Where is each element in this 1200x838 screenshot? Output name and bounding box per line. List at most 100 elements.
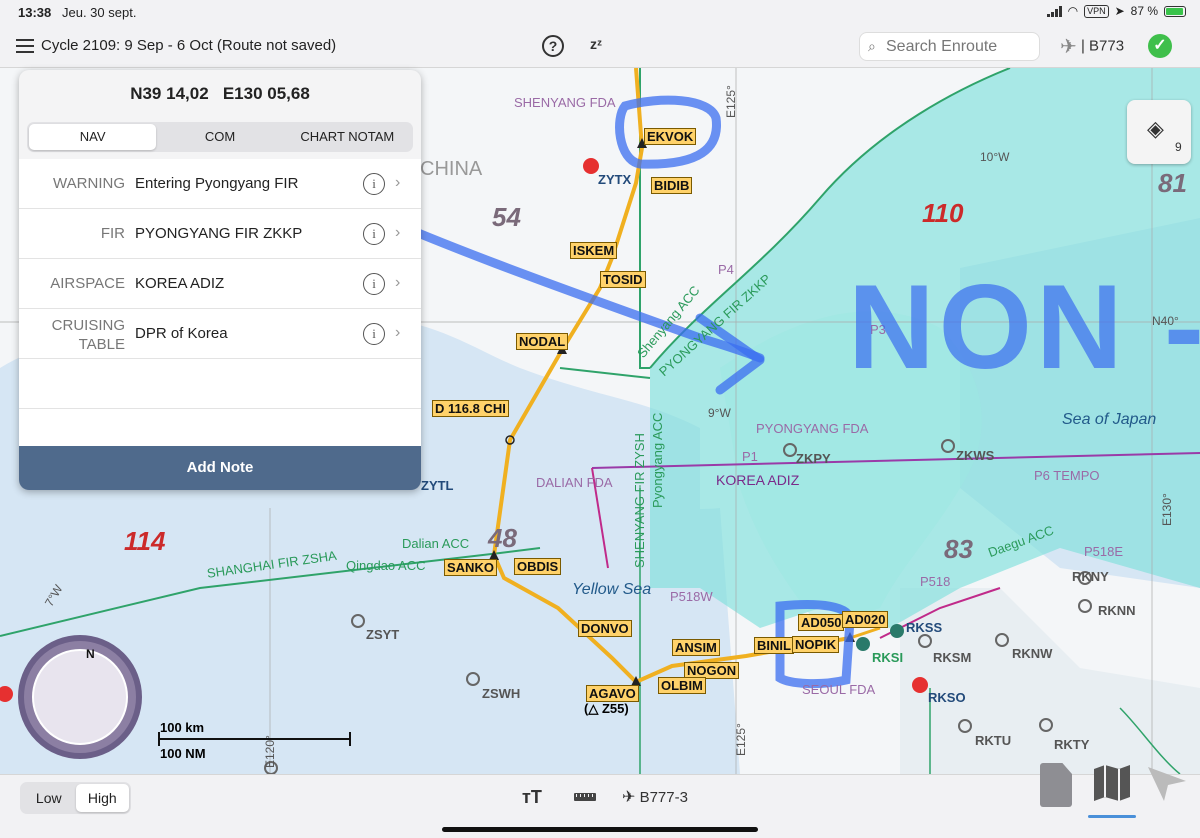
panel-coordinates: N39 14,02 E130 05,68 bbox=[130, 84, 310, 103]
panel-list: WARNING Entering Pyongyang FIR i › FIR P… bbox=[19, 159, 421, 452]
add-note-button[interactable]: Add Note bbox=[19, 446, 421, 490]
chevron-right-icon: › bbox=[395, 324, 401, 341]
altitude-110: 110 bbox=[922, 198, 964, 228]
altitude-z55: Z55 bbox=[601, 701, 625, 716]
airport-rkny[interactable]: RKNY bbox=[1072, 569, 1109, 584]
route-p518: P518 bbox=[920, 574, 951, 589]
battery-icon bbox=[1164, 5, 1186, 17]
airport-zytx[interactable]: ZYTX bbox=[598, 172, 631, 187]
row-warning[interactable]: WARNING Entering Pyongyang FIR i › bbox=[19, 159, 421, 209]
fda-dalian: DALIAN FDA bbox=[536, 475, 613, 490]
tab-chart-notam[interactable]: CHART NOTAM bbox=[284, 124, 411, 150]
waypoint-sanko[interactable]: SANKO bbox=[444, 559, 497, 576]
waypoint-binil[interactable]: BINIL bbox=[754, 637, 794, 654]
route-p1: P1 bbox=[742, 449, 758, 464]
waypoint-tosid[interactable]: TOSID bbox=[600, 271, 646, 288]
waypoint-ad050[interactable]: AD050 bbox=[798, 614, 845, 631]
waypoint-obdis[interactable]: OBDIS bbox=[514, 558, 562, 575]
info-icon[interactable]: i bbox=[363, 173, 385, 195]
country-china: CHINA bbox=[420, 158, 483, 180]
altitude-48: 48 bbox=[488, 523, 517, 553]
airplane-icon: ✈ bbox=[1060, 36, 1077, 58]
route-p6-tempo: P6 TEMPO bbox=[1034, 468, 1100, 483]
waypoint-iskem[interactable]: ISKEM bbox=[570, 242, 618, 259]
cycle-title[interactable]: Cycle 2109: 9 Sep - 6 Oct (Route not sav… bbox=[41, 37, 336, 54]
variation-10w: 10°W bbox=[980, 150, 1010, 164]
detail-low[interactable]: Low bbox=[22, 784, 76, 812]
search-box[interactable]: ⌕ bbox=[859, 32, 1040, 61]
row-cruising-table[interactable]: CRUISING TABLE DPR of Korea i › bbox=[19, 309, 421, 359]
altitude-114: 114 bbox=[124, 526, 166, 556]
airport-rksi[interactable]: RKSI bbox=[872, 650, 903, 665]
detail-high[interactable]: High bbox=[75, 784, 129, 812]
adiz-korea: KOREA ADIZ bbox=[716, 472, 800, 488]
text-size-icon[interactable]: тT bbox=[522, 787, 542, 808]
aircraft-bottom[interactable]: ✈ B777-3 bbox=[622, 787, 688, 807]
waypoint-ansim[interactable]: ANSIM bbox=[672, 639, 720, 656]
route-p518e: P518E bbox=[1084, 544, 1124, 559]
info-icon[interactable]: i bbox=[363, 323, 385, 345]
layers-icon: ◈ bbox=[1147, 116, 1164, 141]
airport-zkpy[interactable]: ZKPY bbox=[796, 451, 831, 466]
status-bar: 13:38 Jeu. 30 sept. ◠ VPN ➤ 87 % bbox=[0, 0, 1200, 24]
panel-tab-control: NAV COM CHART NOTAM bbox=[27, 122, 413, 152]
airport-rkty[interactable]: RKTY bbox=[1054, 737, 1089, 752]
altitude-81: 81 bbox=[1158, 168, 1187, 198]
row-value: KOREA ADIZ bbox=[135, 275, 225, 292]
row-airspace[interactable]: AIRSPACE KOREA ADIZ i › bbox=[19, 259, 421, 309]
map-icon[interactable] bbox=[1090, 761, 1134, 805]
status-time: 13:38 bbox=[18, 5, 52, 20]
airport-zytl[interactable]: ZYTL bbox=[421, 478, 454, 493]
row-fir[interactable]: FIR PYONGYANG FIR ZKKP i › bbox=[19, 209, 421, 259]
airport-rkss[interactable]: RKSS bbox=[906, 620, 942, 635]
airport-rktu[interactable]: RKTU bbox=[975, 733, 1011, 748]
ruler-icon[interactable] bbox=[574, 793, 596, 801]
airport-zswh[interactable]: ZSWH bbox=[482, 686, 520, 701]
info-icon[interactable]: i bbox=[363, 273, 385, 295]
info-icon[interactable]: i bbox=[363, 223, 385, 245]
airport-rknw[interactable]: RKNW bbox=[1012, 646, 1052, 661]
tab-nav[interactable]: NAV bbox=[29, 124, 157, 150]
airport-rknn[interactable]: RKNN bbox=[1098, 603, 1136, 618]
acc-qingdao: Qingdao ACC bbox=[346, 558, 426, 573]
waypoint-donvo[interactable]: DONVO bbox=[578, 620, 632, 637]
layers-count: 9 bbox=[1175, 140, 1182, 154]
compass-rose[interactable]: N bbox=[18, 635, 142, 759]
scale-km: 100 km bbox=[160, 720, 205, 735]
row-value: DPR of Korea bbox=[135, 325, 228, 342]
aircraft-selector[interactable]: ✈ | B773 bbox=[1060, 34, 1124, 59]
airport-rkso[interactable]: RKSO bbox=[928, 690, 966, 705]
layers-button[interactable]: ◈ 9 bbox=[1127, 100, 1191, 164]
check-circle-icon[interactable]: ✓ bbox=[1148, 34, 1172, 58]
waypoint-ad020[interactable]: AD020 bbox=[842, 611, 889, 628]
search-input[interactable] bbox=[886, 37, 1036, 57]
airport-zsyt[interactable]: ZSYT bbox=[366, 627, 399, 642]
airport-rksm[interactable]: RKSM bbox=[933, 650, 971, 665]
airplane-icon: ✈ bbox=[622, 789, 636, 806]
navigation-icon[interactable] bbox=[1142, 761, 1190, 805]
top-bar: Cycle 2109: 9 Sep - 6 Oct (Route not sav… bbox=[0, 24, 1200, 68]
compass-dial: N bbox=[32, 647, 128, 745]
chevron-right-icon: › bbox=[395, 224, 401, 241]
scale-nm: 100 NM bbox=[160, 746, 206, 761]
waypoint-nopik[interactable]: NOPIK bbox=[792, 636, 840, 653]
row-key: CRUISING TABLE bbox=[51, 317, 125, 353]
waypoint-nodal[interactable]: NODAL bbox=[516, 333, 569, 350]
altitude-54: 54 bbox=[492, 202, 521, 232]
document-icon[interactable] bbox=[1040, 763, 1072, 807]
night-mode-icon[interactable]: zᶻ bbox=[590, 36, 602, 52]
navaid-chi[interactable]: D 116.8 CHI bbox=[432, 400, 509, 417]
row-key: FIR bbox=[100, 225, 125, 242]
fda-shenyang: SHENYANG FDA bbox=[514, 95, 616, 110]
waypoint-olbim[interactable]: OLBIM bbox=[658, 677, 706, 694]
tab-com[interactable]: COM bbox=[156, 124, 283, 150]
waypoint-bidib[interactable]: BIDIB bbox=[651, 177, 693, 194]
waypoint-agavo[interactable]: AGAVO bbox=[586, 685, 639, 702]
menu-icon[interactable] bbox=[16, 39, 34, 53]
grid-e120: E120° bbox=[263, 735, 277, 768]
grid-e125-top: E125° bbox=[724, 85, 738, 118]
active-tab-indicator bbox=[1088, 815, 1136, 818]
waypoint-ekvok[interactable]: EKVOK bbox=[644, 128, 697, 145]
airport-zkws[interactable]: ZKWS bbox=[956, 448, 994, 463]
help-icon[interactable]: ? bbox=[542, 35, 564, 57]
